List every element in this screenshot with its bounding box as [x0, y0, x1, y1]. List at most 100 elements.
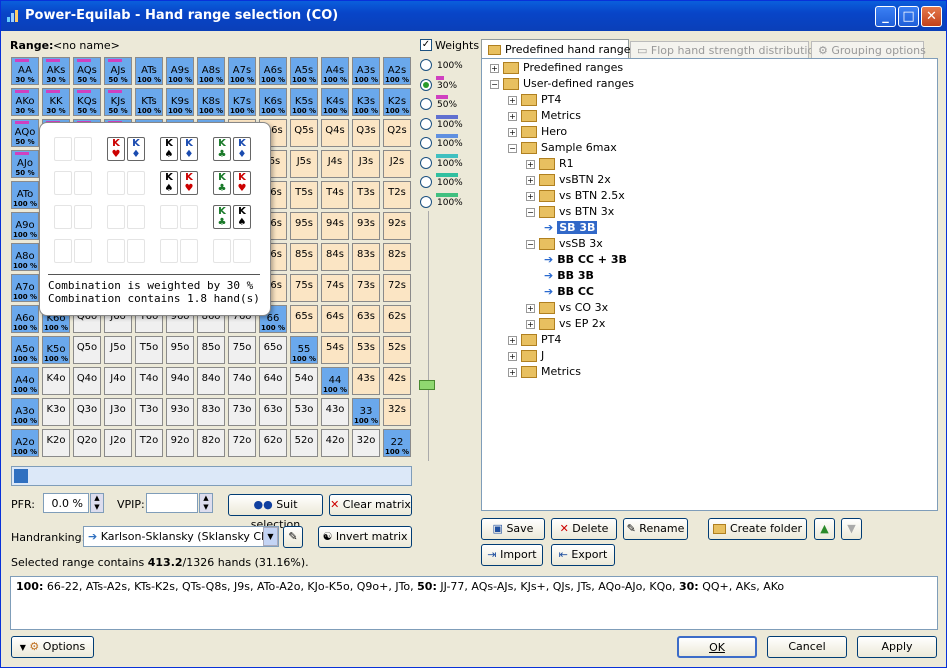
hand-cell-KQs[interactable]: KQs 50 %: [73, 88, 101, 116]
hand-cell-Q2s[interactable]: Q2s: [383, 119, 411, 147]
hand-cell-AJo[interactable]: AJo 50 %: [11, 150, 39, 178]
clear-matrix-button[interactable]: ✕ Clear matrix: [329, 494, 412, 516]
hand-cell-52s[interactable]: 52s: [383, 336, 411, 364]
hand-cell-K8s[interactable]: K8s 100 %: [197, 88, 225, 116]
hand-cell-A9s[interactable]: A9s 100 %: [166, 57, 194, 85]
cancel-button[interactable]: Cancel: [767, 636, 847, 658]
tree-item[interactable]: + PT4: [508, 333, 561, 346]
hand-cell-43o[interactable]: 43o: [321, 398, 349, 426]
hand-cell-A2s[interactable]: A2s 100 %: [383, 57, 411, 85]
move-down-button[interactable]: ▼: [841, 518, 862, 540]
hand-cell-64s[interactable]: 64s: [321, 305, 349, 333]
hand-cell-94s[interactable]: 94s: [321, 212, 349, 240]
hand-cell-54s[interactable]: 54s: [321, 336, 349, 364]
tab-flop-distribution[interactable]: ▭ Flop hand strength distribution: [630, 41, 821, 59]
handranking-select[interactable]: ➔ Karlson-Sklansky (Sklansky Chubu: [83, 526, 279, 547]
hand-cell-T5o[interactable]: T5o: [135, 336, 163, 364]
tree-item[interactable]: − Sample 6max: [508, 141, 617, 154]
hand-cell-53s[interactable]: 53s: [352, 336, 380, 364]
hand-cell-82s[interactable]: 82s: [383, 243, 411, 271]
hand-cell-A4o[interactable]: A4o 100 %: [11, 367, 39, 395]
hand-cell-63o[interactable]: 63o: [259, 398, 287, 426]
hand-cell-44[interactable]: 44 100 %: [321, 367, 349, 395]
hand-cell-22[interactable]: 22 100 %: [383, 429, 411, 457]
hand-cell-AJs[interactable]: AJs 50 %: [104, 57, 132, 85]
hand-cell-Q5s[interactable]: Q5s: [290, 119, 318, 147]
apply-button[interactable]: Apply: [857, 636, 937, 658]
hand-cell-AA[interactable]: AA 30 %: [11, 57, 39, 85]
minimize-button[interactable]: _: [875, 6, 896, 27]
weight-radio[interactable]: [420, 176, 432, 188]
expand-icon[interactable]: −: [526, 207, 535, 217]
vpip-spinner[interactable]: ▲ ▼: [199, 493, 213, 513]
weight-radio[interactable]: [420, 195, 432, 208]
weight-radio[interactable]: [420, 59, 432, 71]
hand-cell-62s[interactable]: 62s: [383, 305, 411, 333]
hand-cell-K3o[interactable]: K3o: [42, 398, 70, 426]
hand-cell-T5s[interactable]: T5s: [290, 181, 318, 209]
hand-cell-A6o[interactable]: A6o 100 %: [11, 305, 39, 333]
hand-cell-K6s[interactable]: K6s 100 %: [259, 88, 287, 116]
invert-matrix-button[interactable]: ☯ Invert matrix: [318, 526, 412, 548]
hand-cell-53o[interactable]: 53o: [290, 398, 318, 426]
hand-cell-K3s[interactable]: K3s 100 %: [352, 88, 380, 116]
tree-item[interactable]: + R1: [526, 157, 574, 170]
expand-icon[interactable]: +: [526, 319, 535, 329]
weight-radio[interactable]: [420, 137, 432, 149]
hand-cell-32s[interactable]: 32s: [383, 398, 411, 426]
hand-cell-Q4s[interactable]: Q4s: [321, 119, 349, 147]
hand-cell-93o[interactable]: 93o: [166, 398, 194, 426]
hand-cell-ATs[interactable]: ATs 100 %: [135, 57, 163, 85]
hand-cell-75o[interactable]: 75o: [228, 336, 256, 364]
tab-grouping-options[interactable]: ⚙ Grouping options: [811, 41, 926, 59]
hand-cell-83s[interactable]: 83s: [352, 243, 380, 271]
hand-cell-A8o[interactable]: A8o 100 %: [11, 243, 39, 271]
hand-cell-A9o[interactable]: A9o 100 %: [11, 212, 39, 240]
expand-icon[interactable]: +: [490, 63, 499, 73]
hand-cell-85o[interactable]: 85o: [197, 336, 225, 364]
hand-cell-J2o[interactable]: J2o: [104, 429, 132, 457]
hand-cell-95o[interactable]: 95o: [166, 336, 194, 364]
weights-checkbox[interactable]: ✓: [420, 39, 432, 51]
weight-radio[interactable]: [420, 98, 432, 110]
export-button[interactable]: ⇤ Export: [551, 544, 615, 566]
weight-radio[interactable]: [420, 78, 432, 91]
range-text-box[interactable]: 100: 66-22, ATs-A2s, KTs-K2s, QTs-Q8s, J…: [10, 576, 938, 630]
hand-cell-J5o[interactable]: J5o: [104, 336, 132, 364]
hand-cell-K5o[interactable]: K5o 100 %: [42, 336, 70, 364]
hand-cell-72s[interactable]: 72s: [383, 274, 411, 302]
hand-cell-Q5o[interactable]: Q5o: [73, 336, 101, 364]
hand-cell-82o[interactable]: 82o: [197, 429, 225, 457]
tree-item[interactable]: + Hero: [508, 125, 567, 138]
ok-button[interactable]: OK: [677, 636, 757, 658]
tree-item[interactable]: + Metrics: [508, 365, 581, 378]
delete-button[interactable]: ✕ Delete: [551, 518, 617, 540]
tree-item[interactable]: − vsSB 3x: [526, 237, 603, 250]
hand-cell-95s[interactable]: 95s: [290, 212, 318, 240]
hand-cell-93s[interactable]: 93s: [352, 212, 380, 240]
tab-predefined-hand-ranges[interactable]: Predefined hand ranges: [481, 39, 636, 59]
hand-cell-K2s[interactable]: K2s 100 %: [383, 88, 411, 116]
hand-cell-32o[interactable]: 32o: [352, 429, 380, 457]
hand-cell-85s[interactable]: 85s: [290, 243, 318, 271]
hand-cell-54o[interactable]: 54o: [290, 367, 318, 395]
hand-cell-J4s[interactable]: J4s: [321, 150, 349, 178]
weight-slider-thumb[interactable]: [419, 380, 435, 390]
hand-cell-A4s[interactable]: A4s 100 %: [321, 57, 349, 85]
expand-icon[interactable]: +: [526, 175, 535, 185]
hand-cell-42s[interactable]: 42s: [383, 367, 411, 395]
weight-slider-track[interactable]: [428, 211, 429, 461]
expand-icon[interactable]: +: [526, 303, 535, 313]
hand-cell-62o[interactable]: 62o: [259, 429, 287, 457]
hand-cell-42o[interactable]: 42o: [321, 429, 349, 457]
expand-icon[interactable]: +: [508, 127, 517, 137]
chevron-down-icon[interactable]: ▼: [263, 527, 278, 546]
vpip-input[interactable]: [146, 493, 198, 513]
hand-cell-73o[interactable]: 73o: [228, 398, 256, 426]
hand-cell-T3s[interactable]: T3s: [352, 181, 380, 209]
tree-item[interactable]: + Predefined ranges: [490, 61, 623, 74]
expand-icon[interactable]: +: [526, 159, 535, 169]
tree-item[interactable]: + vs EP 2x: [526, 317, 605, 330]
hand-cell-84s[interactable]: 84s: [321, 243, 349, 271]
hand-cell-A3o[interactable]: A3o 100 %: [11, 398, 39, 426]
